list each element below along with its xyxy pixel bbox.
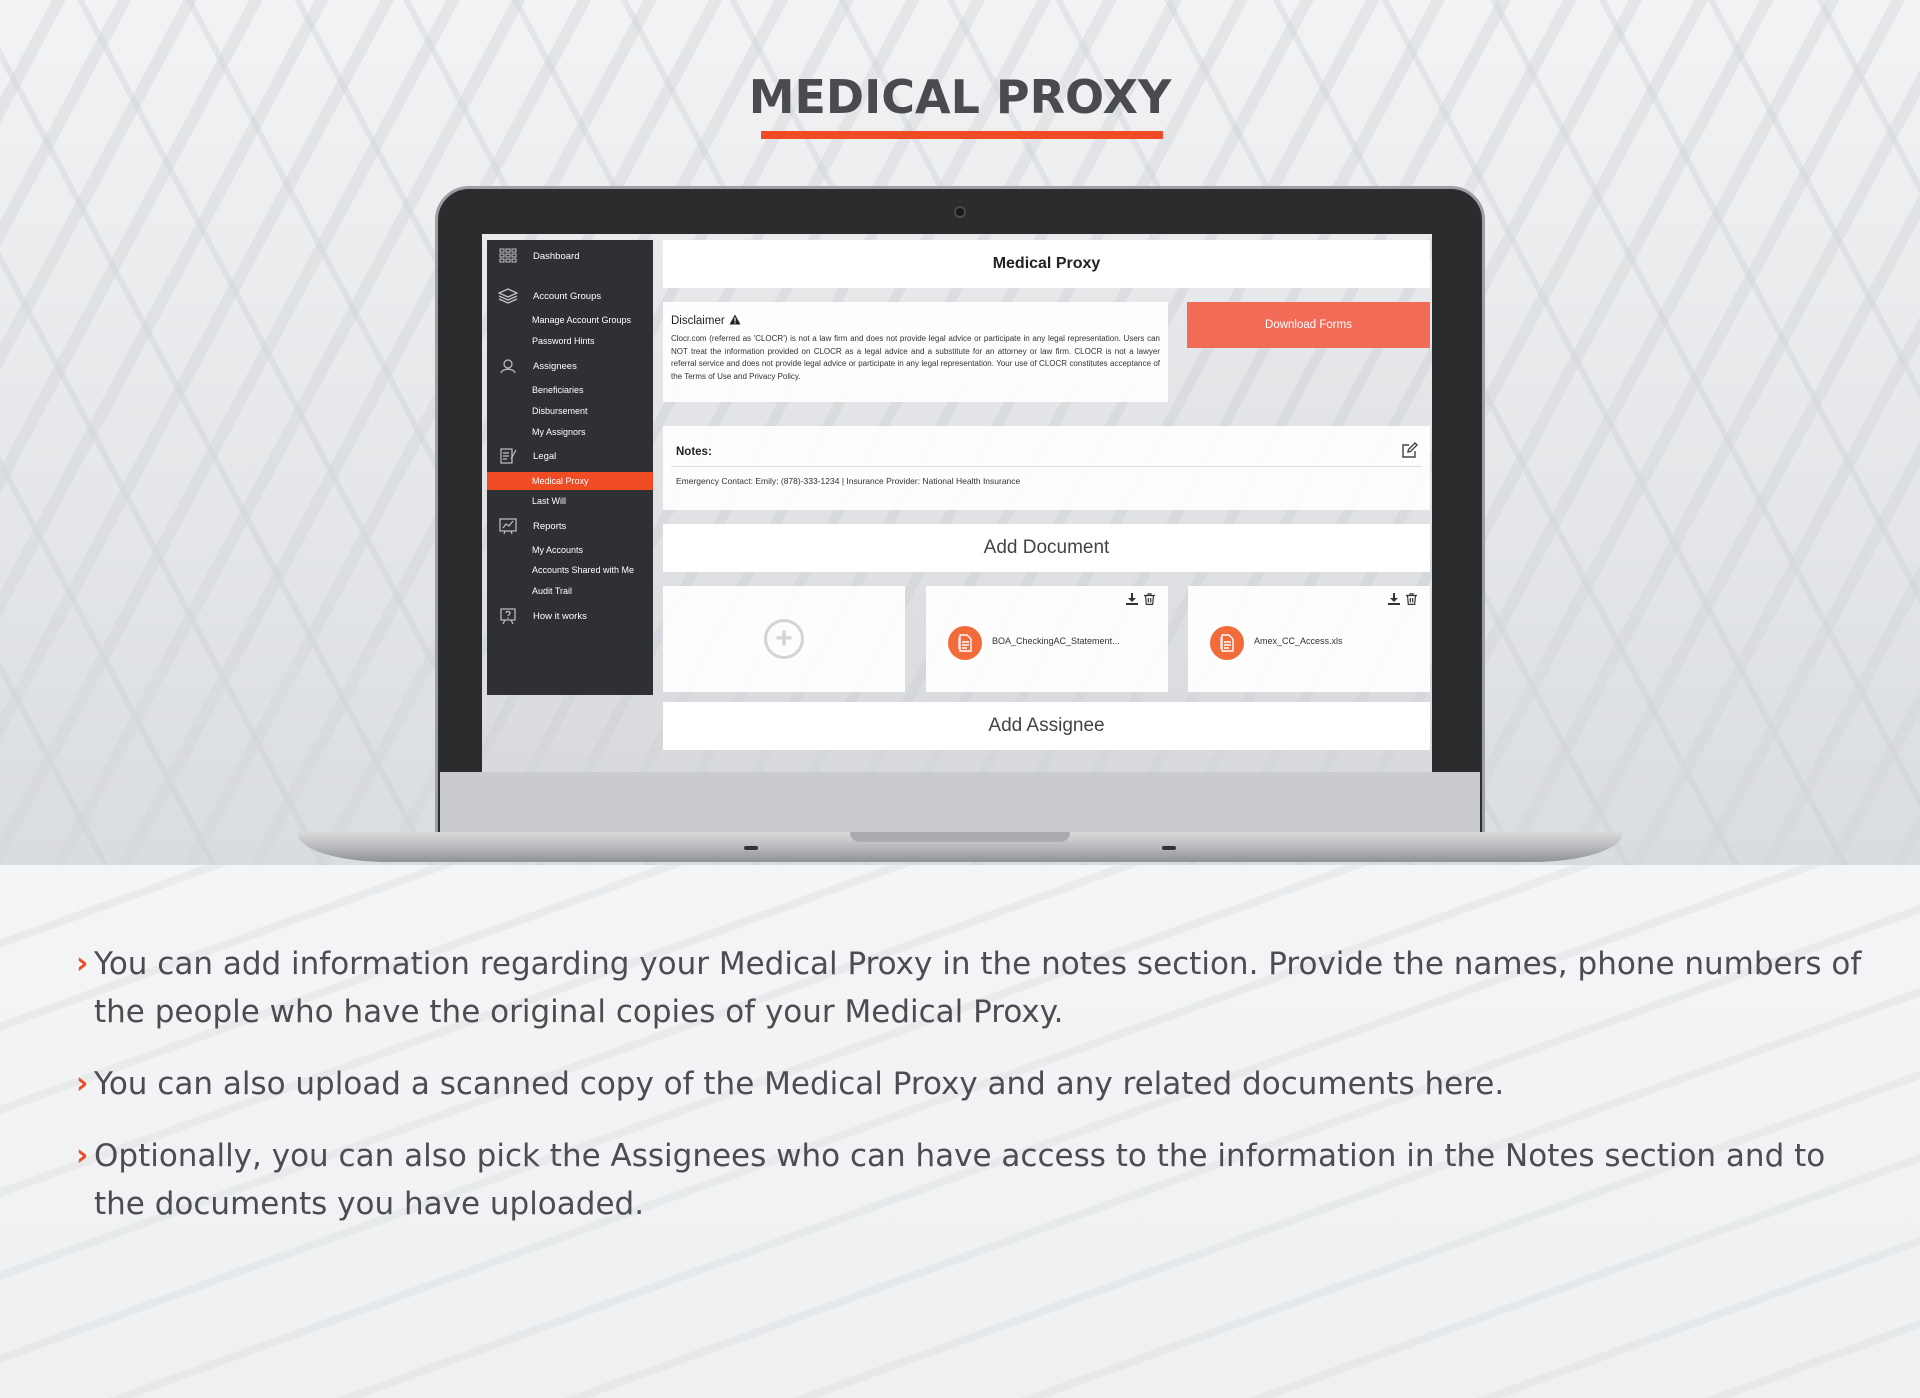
sidebar-item-label: Account Groups <box>533 290 602 302</box>
laptop-camera <box>954 206 966 218</box>
sidebar-subitem-beneficiaries[interactable]: Beneficiaries <box>487 381 653 399</box>
sidebar-item-label: How it works <box>533 610 587 622</box>
reports-chart-icon <box>497 517 519 535</box>
laptop-screen-bezel <box>440 772 1480 834</box>
edit-icon[interactable] <box>1400 442 1418 460</box>
file-name[interactable]: BOA_CheckingAC_Statement... <box>992 636 1120 646</box>
bullet-text: You can add information regarding your M… <box>94 946 1862 1030</box>
sidebar-item-assignees[interactable]: Assignees <box>487 354 653 378</box>
laptop-notch <box>850 832 1070 842</box>
sidebar-subitem-my-accounts[interactable]: My Accounts <box>487 541 653 559</box>
notes-text: Emergency Contact: Emily: (878)-333-1234… <box>676 476 1021 486</box>
warning-icon <box>729 314 741 328</box>
disclaimer-panel: Disclaimer Clocr.com (referred as 'CLOCR… <box>663 302 1168 402</box>
add-assignee-header[interactable]: Add Assignee <box>663 702 1430 750</box>
sidebar-subitem-accounts-shared[interactable]: Accounts Shared with Me <box>487 561 653 579</box>
laptop-foot <box>744 846 758 850</box>
chevron-right-icon: › <box>76 1066 89 1101</box>
sidebar-subitem-password-hints[interactable]: Password Hints <box>487 332 653 350</box>
trash-icon[interactable] <box>1406 592 1418 605</box>
notes-divider <box>671 466 1422 467</box>
content-title: Medical Proxy <box>663 240 1430 288</box>
disclaimer-heading: Disclaimer <box>671 314 1160 328</box>
title-underline <box>761 131 1163 139</box>
download-icon[interactable] <box>1388 592 1400 605</box>
sidebar-subitem-last-will[interactable]: Last Will <box>487 492 653 510</box>
plus-icon[interactable]: + <box>764 619 804 659</box>
sidebar-item-how-it-works[interactable]: How it works <box>487 604 653 628</box>
add-document-card[interactable]: + <box>663 586 905 692</box>
sidebar-subitem-my-assignors[interactable]: My Assignors <box>487 423 653 441</box>
disclaimer-text: Clocr.com (referred as 'CLOCR') is not a… <box>671 334 1160 381</box>
document-file-icon <box>948 626 982 660</box>
trash-icon[interactable] <box>1144 592 1156 605</box>
feature-bullets: › You can add information regarding your… <box>76 940 1876 1252</box>
bullet-item: › Optionally, you can also pick the Assi… <box>76 1132 1876 1228</box>
sidebar-item-label: Assignees <box>533 360 577 372</box>
bullet-item: › You can add information regarding your… <box>76 940 1876 1036</box>
sidebar-subitem-medical-proxy[interactable]: Medical Proxy <box>487 472 653 490</box>
chevron-right-icon: › <box>76 946 89 981</box>
sidebar-item-account-groups[interactable]: Account Groups <box>487 284 653 308</box>
help-presentation-icon <box>497 607 519 625</box>
bullet-item: › You can also upload a scanned copy of … <box>76 1060 1876 1108</box>
sidebar-subitem-disbursement[interactable]: Disbursement <box>487 402 653 420</box>
sidebar: Dashboard Account Groups Manage Account … <box>487 240 653 695</box>
add-document-header: Add Document <box>663 524 1430 572</box>
document-file-icon <box>1210 626 1244 660</box>
grid-icon <box>497 247 519 265</box>
layers-icon <box>497 287 519 305</box>
sidebar-item-label: Reports <box>533 520 567 532</box>
chevron-right-icon: › <box>76 1138 89 1173</box>
file-name[interactable]: Amex_CC_Access.xls <box>1254 636 1343 646</box>
download-icon[interactable] <box>1126 592 1138 605</box>
laptop-foot <box>1162 846 1176 850</box>
bullet-text: You can also upload a scanned copy of th… <box>94 1066 1505 1102</box>
sidebar-item-label: Dashboard <box>533 250 580 262</box>
notes-label: Notes: <box>676 446 712 458</box>
bullet-text: Optionally, you can also pick the Assign… <box>94 1138 1826 1222</box>
page-title: MEDICAL PROXY <box>748 70 1172 124</box>
sidebar-item-dashboard[interactable]: Dashboard <box>487 244 653 268</box>
sidebar-item-legal[interactable]: Legal <box>487 444 653 468</box>
sidebar-subitem-manage-account-groups[interactable]: Manage Account Groups <box>487 311 653 329</box>
assignees-icon <box>497 357 519 375</box>
sidebar-subitem-audit-trail[interactable]: Audit Trail <box>487 582 653 600</box>
app-screen: Dashboard Account Groups Manage Account … <box>482 234 1432 772</box>
sidebar-item-label: Legal <box>533 450 557 462</box>
sidebar-item-reports[interactable]: Reports <box>487 514 653 538</box>
file-card: BOA_CheckingAC_Statement... <box>926 586 1168 692</box>
legal-document-icon <box>497 447 519 465</box>
notes-panel: Notes: Emergency Contact: Emily: (878)-3… <box>663 426 1430 510</box>
file-card: Amex_CC_Access.xls <box>1188 586 1430 692</box>
download-forms-button[interactable]: Download Forms <box>1187 302 1430 348</box>
disclaimer-title: Disclaimer <box>671 315 725 327</box>
